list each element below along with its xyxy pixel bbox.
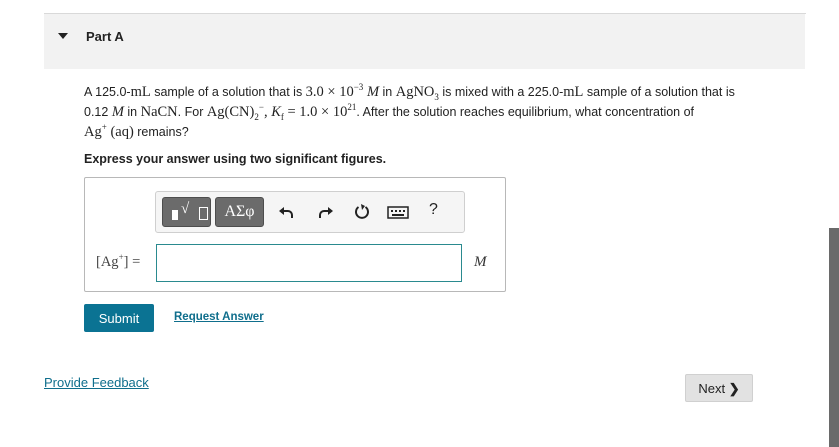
subscript: 2 bbox=[254, 111, 259, 122]
formula: AgNO bbox=[395, 84, 435, 100]
text: A 125.0- bbox=[84, 85, 131, 99]
label-text: ] = bbox=[123, 254, 141, 270]
template-box-icon bbox=[199, 207, 208, 220]
request-answer-link[interactable]: Request Answer bbox=[174, 311, 264, 323]
exponent: −3 bbox=[353, 82, 364, 93]
concentration-value: 3.0 × 10−3 M bbox=[305, 82, 380, 100]
text: remains? bbox=[133, 125, 189, 139]
answer-label: [Ag+] = bbox=[96, 253, 141, 271]
complex-formula: Ag(CN)2−, Kf = 1.0 × 1021 bbox=[206, 102, 357, 122]
sqrt-icon: √ bbox=[181, 201, 190, 217]
submit-button[interactable]: Submit bbox=[84, 304, 154, 332]
templates-button[interactable]: √ bbox=[162, 197, 211, 227]
formula: Ag(CN) bbox=[206, 104, 255, 120]
provide-feedback-link[interactable]: Provide Feedback bbox=[44, 375, 149, 390]
answer-unit: M bbox=[474, 254, 487, 270]
next-label: Next bbox=[698, 381, 726, 396]
molar-unit: M bbox=[111, 104, 124, 120]
part-header[interactable] bbox=[44, 14, 805, 69]
kf-symbol: K bbox=[271, 104, 281, 120]
chevron-right-icon: ❯ bbox=[728, 381, 740, 396]
question-line-1: A 125.0-mL sample of a solution that is … bbox=[84, 82, 804, 102]
text: 0.12 bbox=[84, 105, 112, 119]
text: sample of a solution that is bbox=[150, 85, 306, 99]
question-line-3: Ag+ (aq) remains? bbox=[84, 122, 804, 142]
text: . For bbox=[177, 105, 207, 119]
label-text: [Ag bbox=[96, 254, 119, 270]
unit-ml: mL bbox=[130, 84, 151, 100]
text: in bbox=[123, 105, 141, 119]
template-box-icon bbox=[172, 210, 178, 220]
math-toolbar: √ ΑΣφ ? bbox=[155, 191, 465, 233]
part-title: Part A bbox=[86, 29, 124, 44]
question-text: A 125.0-mL sample of a solution that is … bbox=[84, 82, 804, 142]
text: sample of a solution that is bbox=[583, 85, 735, 99]
reset-icon[interactable] bbox=[352, 202, 372, 222]
formula: Ag bbox=[84, 124, 102, 140]
redo-icon[interactable] bbox=[315, 202, 335, 222]
question-line-2: 0.12 M in NaCN. For Ag(CN)2−, Kf = 1.0 ×… bbox=[84, 102, 804, 122]
agno3-formula: AgNO3 bbox=[395, 84, 439, 101]
text: in bbox=[379, 85, 396, 99]
phase: (aq) bbox=[110, 124, 134, 140]
undo-icon[interactable] bbox=[277, 202, 297, 222]
kf-value: = 1.0 × 10 bbox=[283, 104, 348, 120]
help-button[interactable]: ? bbox=[429, 201, 438, 219]
molar-unit: M bbox=[366, 84, 380, 100]
greek-symbols-button[interactable]: ΑΣφ bbox=[215, 197, 264, 227]
exponent: 21 bbox=[347, 102, 357, 113]
mantissa: 3.0 × 10 bbox=[305, 84, 354, 100]
nacn-formula: NaCN bbox=[140, 104, 178, 120]
unit-ml: mL bbox=[563, 84, 584, 100]
text: . After the solution reaches equilibrium… bbox=[356, 105, 695, 119]
collapse-caret-icon[interactable] bbox=[58, 33, 68, 39]
scrollbar[interactable] bbox=[829, 228, 839, 447]
text: is mixed with a 225.0- bbox=[438, 85, 564, 99]
instruction-text: Express your answer using two significan… bbox=[84, 152, 387, 166]
ag-ion: Ag+ (aq) bbox=[84, 122, 134, 140]
keyboard-icon[interactable] bbox=[387, 202, 409, 222]
next-button[interactable]: Next ❯ bbox=[685, 374, 753, 402]
superscript: + bbox=[101, 122, 107, 133]
answer-input[interactable] bbox=[156, 244, 462, 282]
